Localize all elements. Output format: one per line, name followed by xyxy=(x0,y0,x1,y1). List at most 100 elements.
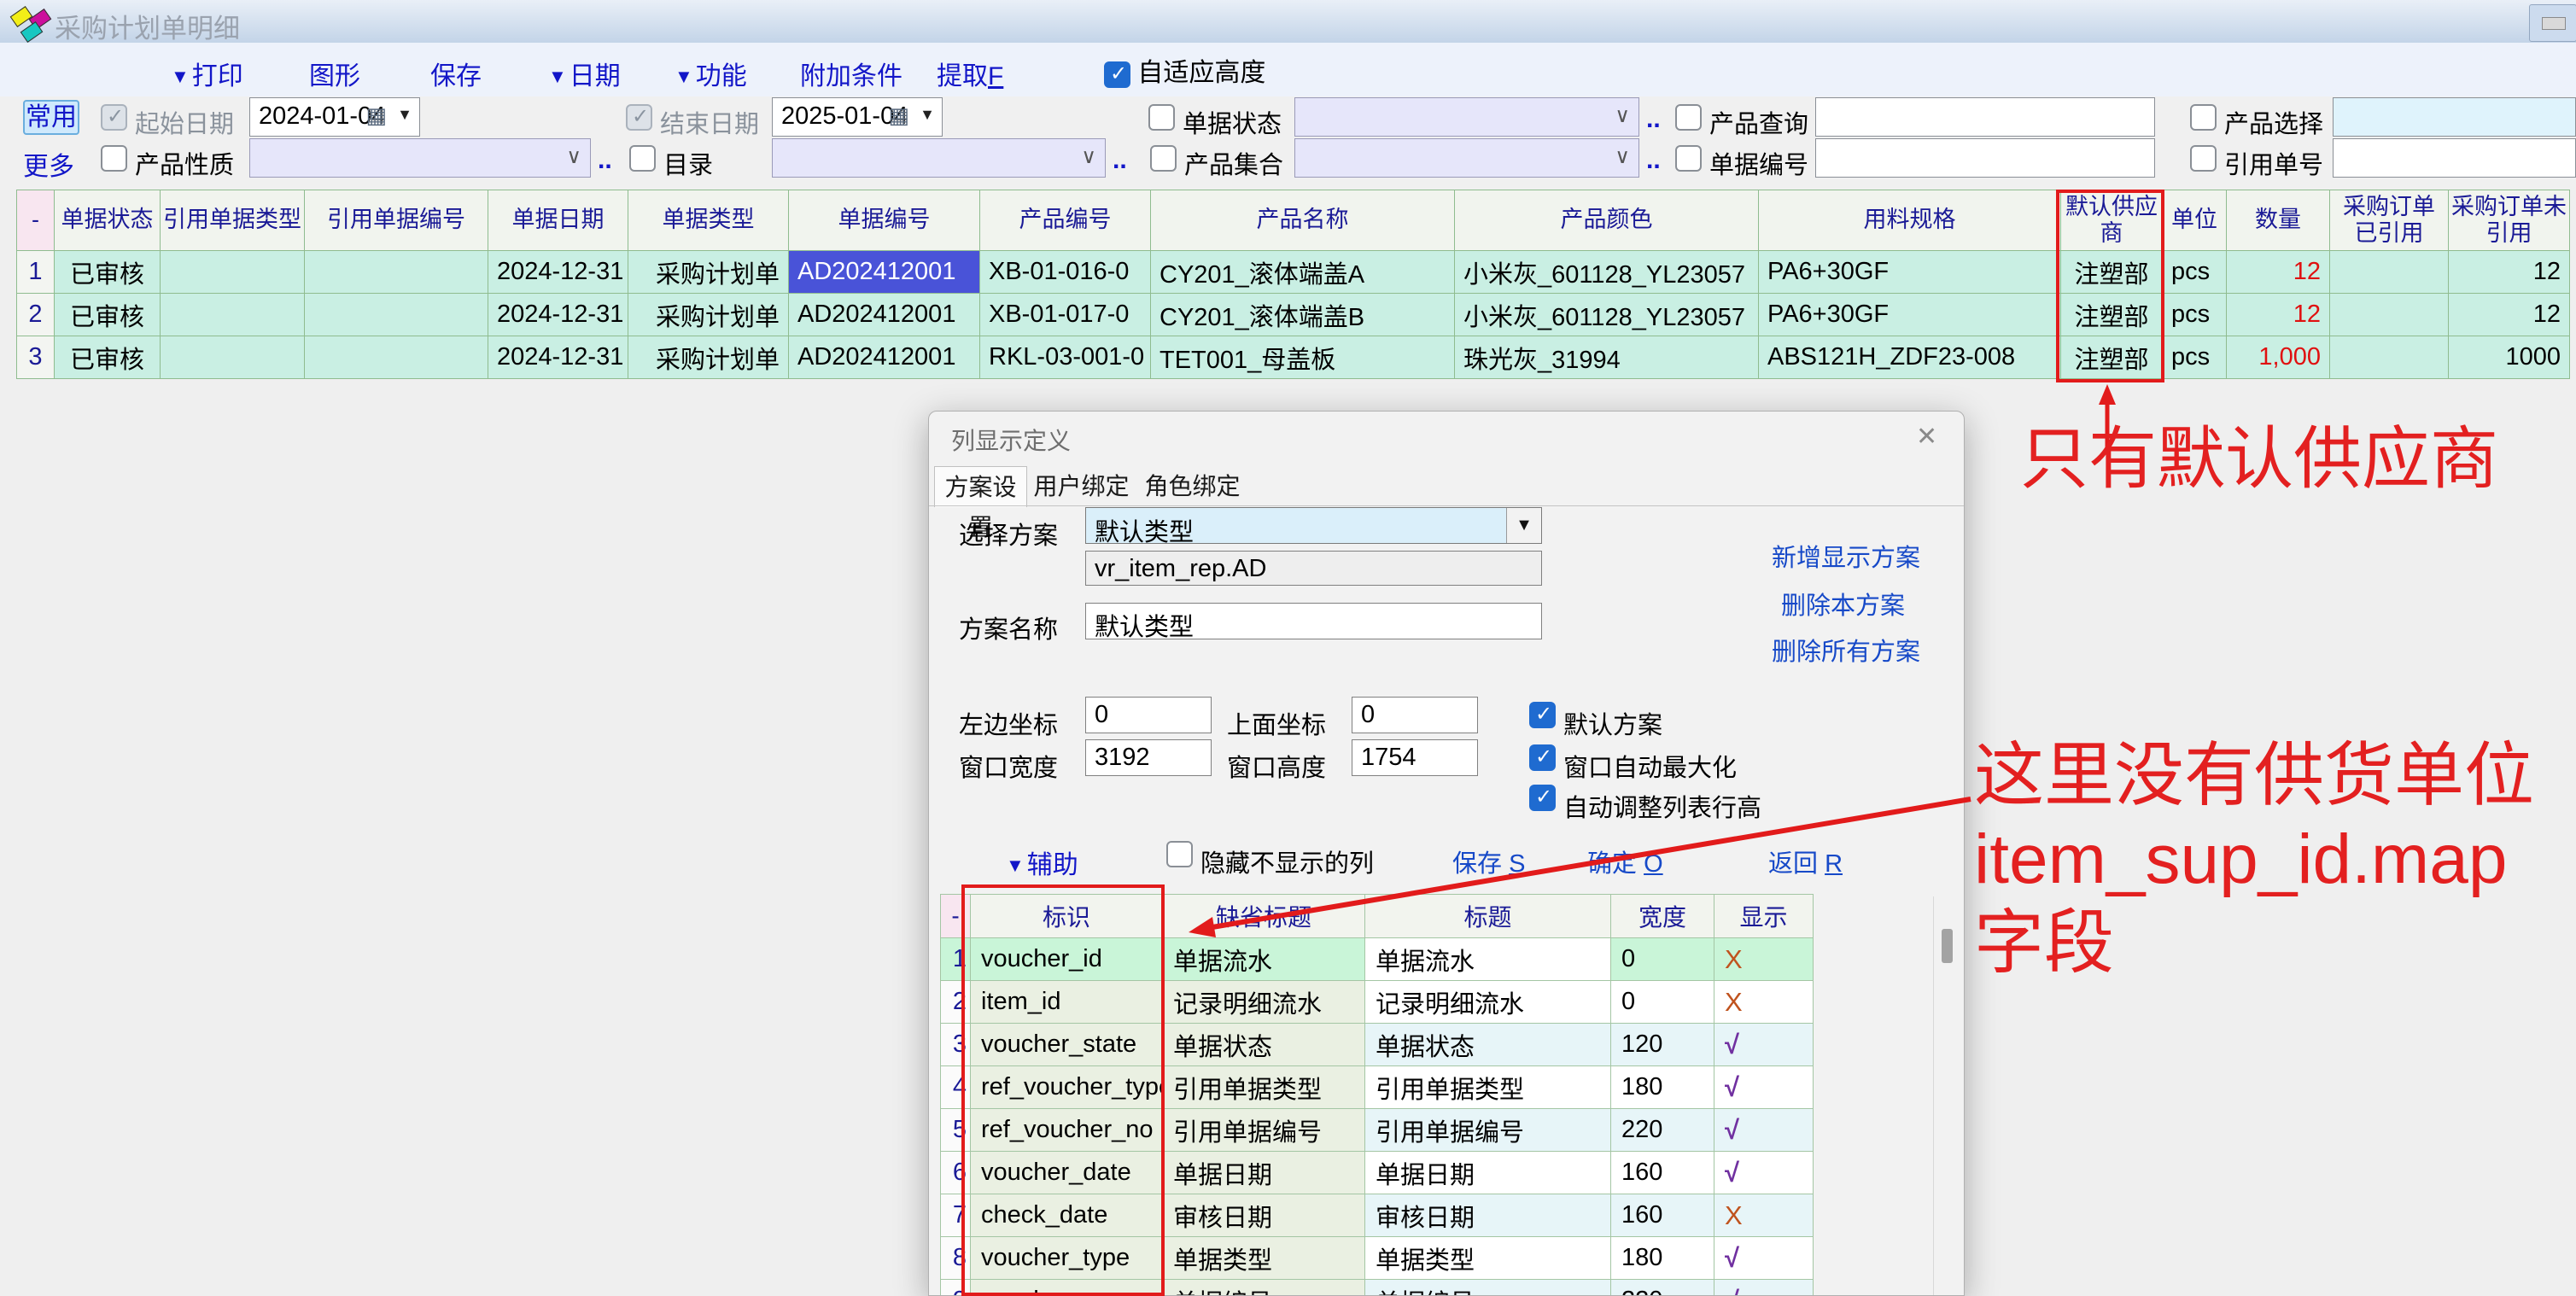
scheme-name-input[interactable]: 默认类型 xyxy=(1085,603,1542,639)
table-cell[interactable]: 160 xyxy=(1611,1152,1714,1194)
dropdown-arrow-icon[interactable]: ▼ xyxy=(920,106,935,124)
product-set-checkbox[interactable] xyxy=(1150,145,1177,172)
column-header[interactable]: 标识 xyxy=(971,895,1163,938)
show-flag-cell[interactable]: √ xyxy=(1714,1066,1814,1109)
table-cell[interactable]: pcs xyxy=(2163,251,2227,294)
table-cell[interactable]: AD202412001 xyxy=(789,294,980,336)
table-cell[interactable]: AD202412001 xyxy=(789,336,980,379)
more-options-dots[interactable]: .. xyxy=(1646,146,1661,175)
column-header[interactable]: 显示 xyxy=(1714,895,1814,938)
extra-condition-button[interactable]: 附加条件 xyxy=(800,55,902,92)
table-cell[interactable] xyxy=(161,294,305,336)
show-flag-cell[interactable]: √ xyxy=(1714,1024,1814,1066)
delete-all-schemes-link[interactable]: 删除所有方案 xyxy=(1772,632,1920,668)
table-cell[interactable]: XB-01-016-0 xyxy=(980,251,1151,294)
table-cell[interactable]: pcs xyxy=(2163,294,2227,336)
tab-common[interactable]: 常用 xyxy=(23,100,79,135)
table-cell[interactable]: 2024-12-31 xyxy=(488,336,628,379)
column-header[interactable]: 产品名称 xyxy=(1151,190,1455,251)
table-cell[interactable]: 采购计划单 xyxy=(628,336,789,379)
tab-scheme-settings[interactable]: 方案设置 xyxy=(934,466,1027,507)
start-date-input[interactable]: 2024-01-04 ▦ ▼ xyxy=(249,97,420,137)
column-header[interactable]: 产品编号 xyxy=(980,190,1151,251)
date-button[interactable]: ▼日期 xyxy=(548,55,621,92)
table-cell[interactable] xyxy=(305,336,488,379)
top-coord-input[interactable]: 0 xyxy=(1352,697,1478,733)
table-cell[interactable]: 220 xyxy=(1611,1109,1714,1152)
more-options-dots[interactable]: .. xyxy=(1113,146,1127,175)
save-button[interactable]: 保存 xyxy=(430,55,482,92)
table-cell[interactable]: 引用单据编号 xyxy=(1163,1109,1365,1152)
column-header[interactable]: 引用单据类型 xyxy=(161,190,305,251)
table-cell[interactable]: 单据编号 xyxy=(1365,1280,1611,1296)
table-cell[interactable]: voucher_type xyxy=(971,1237,1163,1280)
column-header[interactable]: 单位 xyxy=(2163,190,2227,251)
catalog-checkbox[interactable] xyxy=(629,145,656,172)
table-cell[interactable]: 180 xyxy=(1611,1237,1714,1280)
print-button[interactable]: ▼打印 xyxy=(171,55,243,92)
end-date-checkbox[interactable] xyxy=(626,104,652,131)
table-cell[interactable]: CY201_滚体端盖B xyxy=(1151,294,1455,336)
graph-button[interactable]: 图形 xyxy=(309,55,360,92)
autofit-toggle[interactable]: 自适应高度 xyxy=(1104,51,1265,89)
table-cell[interactable]: 单据流水 xyxy=(1365,938,1611,981)
table-cell[interactable] xyxy=(161,251,305,294)
table-cell[interactable]: CY201_滚体端盖A xyxy=(1151,251,1455,294)
table-cell[interactable]: 注塑部 xyxy=(2061,294,2163,336)
table-cell[interactable]: 120 xyxy=(1611,1024,1714,1066)
row-number[interactable]: 9 xyxy=(941,1280,971,1296)
table-cell[interactable]: voucher_no xyxy=(971,1280,1163,1296)
table-cell[interactable]: 0 xyxy=(1611,981,1714,1024)
autofit-checkbox[interactable] xyxy=(1104,61,1130,88)
table-cell[interactable]: 12 xyxy=(2449,294,2570,336)
column-header[interactable]: 单据类型 xyxy=(628,190,789,251)
table-cell[interactable]: voucher_date xyxy=(971,1152,1163,1194)
window-control-button[interactable] xyxy=(2529,4,2576,42)
function-button[interactable]: ▼功能 xyxy=(675,55,747,92)
table-cell[interactable]: 单据类型 xyxy=(1365,1237,1611,1280)
voucher-state-dropdown[interactable]: ∨ xyxy=(1294,97,1639,137)
product-set-dropdown[interactable]: ∨ xyxy=(1294,138,1639,178)
table-cell[interactable]: 180 xyxy=(1611,1066,1714,1109)
table-cell[interactable]: XB-01-017-0 xyxy=(980,294,1151,336)
table-cell[interactable]: 2024-12-31 xyxy=(488,251,628,294)
table-cell[interactable]: ABS121H_ZDF23-008 xyxy=(1759,336,2061,379)
product-nature-checkbox[interactable] xyxy=(101,145,127,172)
table-cell[interactable] xyxy=(2330,294,2449,336)
combo-button[interactable]: ▼ xyxy=(1506,508,1541,543)
dropdown-arrow-icon[interactable]: ▼ xyxy=(397,106,412,124)
table-cell[interactable]: item_id xyxy=(971,981,1163,1024)
table-cell[interactable]: 12 xyxy=(2449,251,2570,294)
column-header[interactable]: 缺省标题 xyxy=(1163,895,1365,938)
end-date-input[interactable]: 2025-01-04 ▦ ▼ xyxy=(772,97,943,137)
table-cell[interactable]: 小米灰_601128_YL23057 xyxy=(1455,251,1759,294)
voucher-no-input[interactable] xyxy=(1815,138,2155,178)
table-cell[interactable]: AD202412001 xyxy=(789,251,980,294)
table-cell[interactable]: 12 xyxy=(2227,294,2330,336)
table-cell[interactable]: 引用单据编号 xyxy=(1365,1109,1611,1152)
row-number[interactable]: 6 xyxy=(941,1152,971,1194)
add-scheme-link[interactable]: 新增显示方案 xyxy=(1772,538,1920,574)
table-cell[interactable]: 160 xyxy=(1611,1194,1714,1237)
catalog-dropdown[interactable]: ∨ xyxy=(772,138,1106,178)
table-cell[interactable]: 单据编号 xyxy=(1163,1280,1365,1296)
table-cell[interactable]: ref_voucher_no xyxy=(971,1109,1163,1152)
table-cell[interactable]: 记录明细流水 xyxy=(1365,981,1611,1024)
show-flag-cell[interactable]: X xyxy=(1714,981,1814,1024)
start-date-checkbox[interactable] xyxy=(101,104,127,131)
save-link[interactable]: 保存 S xyxy=(1452,844,1525,879)
table-cell[interactable]: 注塑部 xyxy=(2061,251,2163,294)
show-flag-cell[interactable]: √ xyxy=(1714,1109,1814,1152)
table-cell[interactable]: 审核日期 xyxy=(1163,1194,1365,1237)
table-cell[interactable]: 0 xyxy=(1611,938,1714,981)
column-header[interactable]: 数量 xyxy=(2227,190,2330,251)
table-cell[interactable]: 采购计划单 xyxy=(628,251,789,294)
table-cell[interactable]: 单据状态 xyxy=(1163,1024,1365,1066)
table-cell[interactable]: 引用单据类型 xyxy=(1365,1066,1611,1109)
table-cell[interactable]: 已审核 xyxy=(55,336,161,379)
table-cell[interactable]: voucher_state xyxy=(971,1024,1163,1066)
more-filters-link[interactable]: 更多 xyxy=(23,145,74,183)
table-cell[interactable]: 1,000 xyxy=(2227,336,2330,379)
table-cell[interactable]: 记录明细流水 xyxy=(1163,981,1365,1024)
row-number[interactable]: 7 xyxy=(941,1194,971,1237)
